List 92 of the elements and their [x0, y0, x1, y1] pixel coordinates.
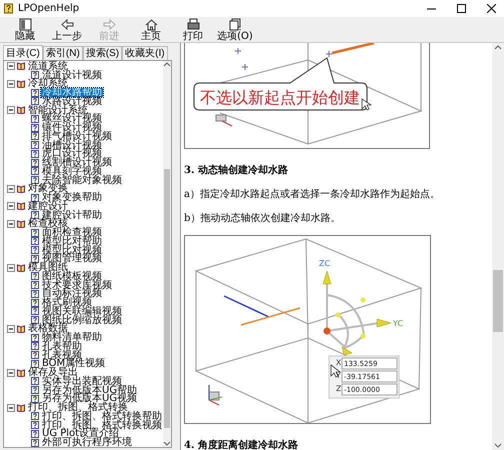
book-icon	[17, 62, 25, 70]
collapse-icon[interactable]	[7, 106, 15, 114]
toolbar-button[interactable]: 选项(O)	[214, 18, 256, 42]
axis-indicator-icon	[208, 384, 222, 406]
tree-item[interactable]: 孔表视频	[41, 350, 83, 360]
book-icon	[17, 202, 25, 210]
book-icon	[17, 404, 25, 412]
axis-label: ZC	[319, 259, 330, 268]
right-arrow-icon	[102, 18, 116, 31]
axis-label: YC	[393, 319, 404, 328]
toolbar-button[interactable]: 主页	[130, 18, 172, 42]
scrollbar[interactable]	[492, 43, 504, 450]
collapse-icon[interactable]	[7, 324, 15, 333]
book-icon	[17, 368, 25, 377]
tree-item[interactable]: 模型比对帮助	[41, 236, 103, 246]
axis-indicator-icon	[216, 114, 232, 126]
tree-item[interactable]: 外部可执行程序环境	[41, 438, 133, 447]
book-icon	[17, 264, 25, 272]
water-line	[240, 307, 300, 326]
tree-item[interactable]: 保存及导出	[27, 368, 79, 378]
tree-item[interactable]: 视图管理视频	[41, 254, 103, 264]
callout-text: 不选以新起点开始创建	[200, 88, 360, 107]
tree-item[interactable]: 模具刻字视频	[41, 166, 103, 176]
collapse-icon[interactable]	[7, 404, 15, 412]
tree-item[interactable]: 技术要求库视频	[41, 280, 113, 290]
left-arrow-icon	[60, 18, 74, 31]
help-page-icon	[31, 211, 39, 220]
step-text: b）拖动动态轴依次创建冷却水路。	[184, 212, 342, 225]
tree-item[interactable]: 实体导出装配视频	[41, 376, 123, 386]
cursor-icon	[330, 364, 341, 378]
collapse-icon[interactable]	[7, 62, 15, 70]
tree-item[interactable]: 镶件设计视频	[41, 123, 103, 132]
tree-item[interactable]: 视图关联编辑视频	[41, 306, 123, 316]
tree-item[interactable]: 物料清单帮助	[41, 333, 103, 342]
collapse-icon[interactable]	[7, 184, 15, 193]
tree-item[interactable]: 冷却系统	[27, 79, 69, 88]
collapse-icon[interactable]	[7, 264, 15, 272]
tree-item[interactable]: 建腔设计	[27, 202, 69, 211]
tree-item[interactable]: BOM属性视频	[41, 359, 106, 368]
scroll-thumb[interactable]	[164, 168, 170, 428]
cursor-icon	[362, 98, 372, 110]
axis-handle-drawing[interactable]	[322, 270, 392, 356]
help-book-icon	[4, 3, 14, 14]
scroll-thumb[interactable]	[493, 270, 503, 332]
tree-item[interactable]: 图纸模板视频	[41, 272, 103, 281]
tree-item[interactable]: 格式刷视频	[41, 298, 93, 308]
tree-item[interactable]: 排气槽设计视频	[41, 132, 113, 141]
toolbar-button[interactable]: 上一步	[46, 18, 88, 42]
point-markers-drawing	[234, 48, 248, 70]
help-page-icon	[31, 194, 39, 202]
collapse-icon[interactable]	[7, 220, 15, 228]
tab[interactable]: 收藏夹(I)	[122, 46, 168, 60]
book-icon	[17, 80, 25, 88]
tree-item[interactable]: 图纸比例缩放视频	[41, 316, 123, 325]
water-line	[224, 295, 270, 318]
tab[interactable]: 搜索(S)	[82, 46, 122, 60]
tree-item[interactable]: 建腔设计帮助	[41, 210, 103, 220]
tree-item[interactable]: 另存为低版本UG帮助	[41, 386, 138, 395]
tree-item[interactable]: 孔表帮助	[41, 342, 83, 351]
section-heading: 3. 动态轴创建冷却水路	[184, 164, 289, 177]
tree-item[interactable]: 线割槽设计视频	[41, 158, 113, 168]
tree-item[interactable]: 模型比对视频	[41, 246, 103, 255]
tree-item[interactable]: 虎口设计视频	[41, 149, 103, 158]
water-line-drawing	[326, 43, 374, 58]
tab[interactable]: 目录(C)	[3, 45, 43, 60]
scroll-down-icon[interactable]	[163, 439, 171, 447]
step-text: a）指定冷却水路起点或者选择一条冷却水路作为起始点。	[184, 188, 441, 201]
tree-item[interactable]: 模具图纸	[27, 263, 69, 272]
tree-item[interactable]: 面积检查视频	[41, 228, 103, 238]
tab[interactable]: 索引(N)	[42, 46, 83, 60]
toolbar-button[interactable]: 打印	[172, 18, 214, 42]
scroll-up-icon[interactable]	[163, 61, 171, 69]
book-icon	[17, 220, 25, 228]
collapse-icon[interactable]	[7, 368, 15, 377]
book-icon	[17, 184, 25, 193]
tree-item[interactable]: 螺丝设计视频	[41, 114, 103, 124]
tree-item[interactable]: 自动标注视频	[41, 289, 103, 298]
book-icon	[17, 324, 25, 333]
tree-item[interactable]: 油槽设计视频	[41, 140, 103, 150]
house-icon	[144, 18, 158, 31]
tree-item[interactable]: 对象变换帮助	[41, 193, 103, 202]
help-page-icon	[31, 71, 39, 80]
toolbar-button[interactable]: 隐藏	[4, 18, 46, 42]
tree-item[interactable]: 检查校核	[27, 219, 69, 228]
scrollbar[interactable]	[163, 61, 171, 447]
collapse-icon[interactable]	[7, 80, 15, 88]
tree-item[interactable]: 对象变换	[27, 184, 69, 194]
tree-item[interactable]: 打印、拆图、格式转换帮助	[41, 412, 163, 421]
book-icon	[17, 106, 25, 114]
window-title: LPOpenHelp	[18, 3, 80, 14]
section-heading: 4. 角度距离创建冷却水路	[184, 438, 299, 450]
collapse-icon[interactable]	[7, 202, 15, 210]
